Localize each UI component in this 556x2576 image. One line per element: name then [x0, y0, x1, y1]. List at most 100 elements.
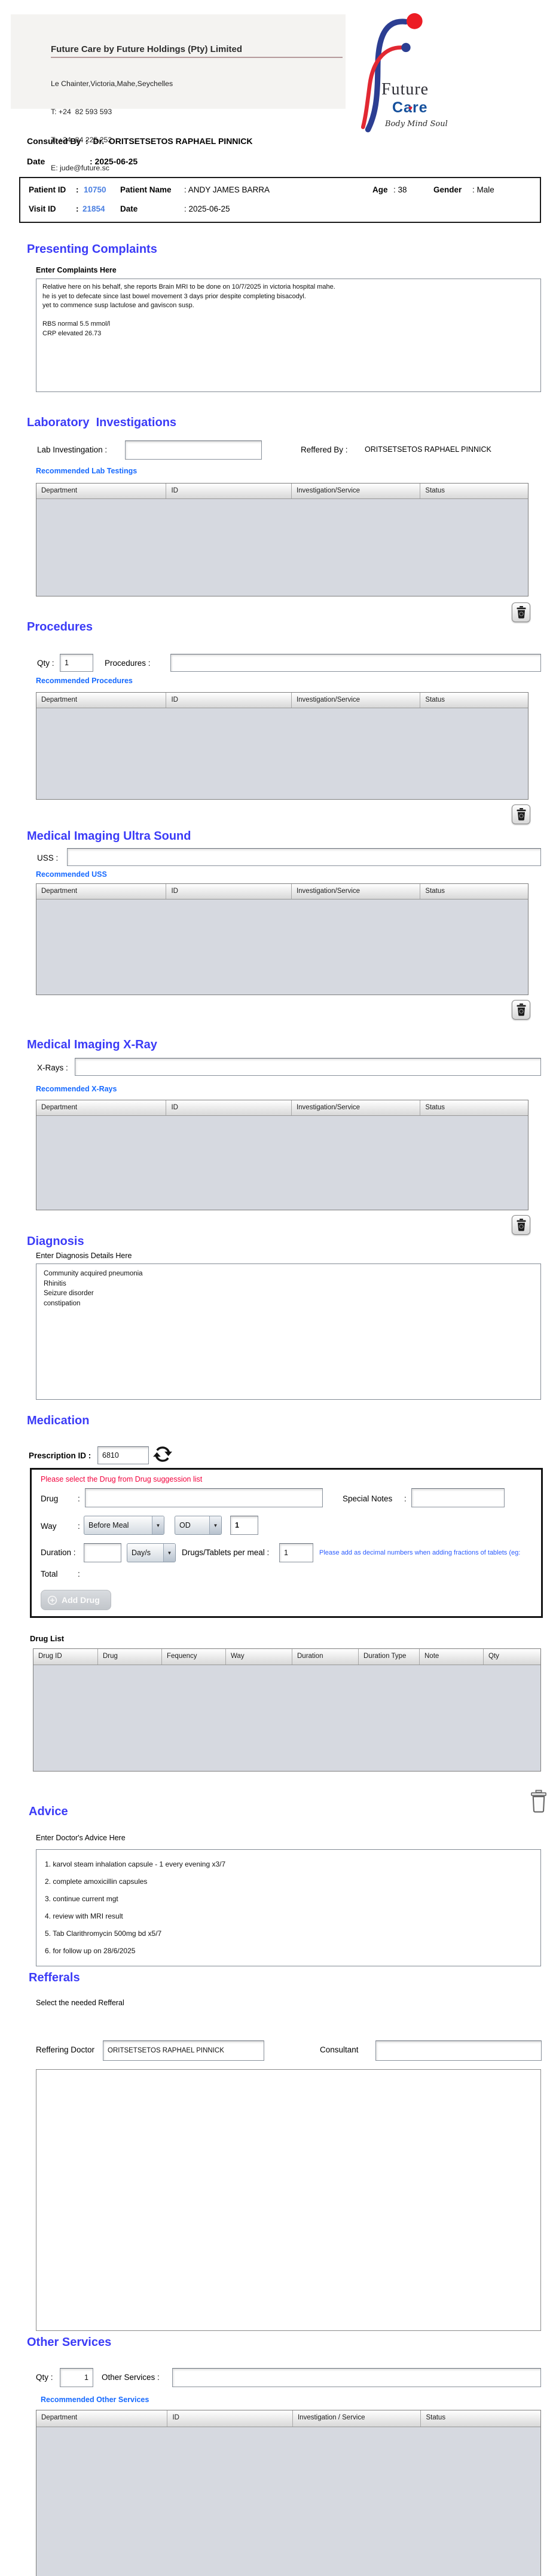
section-heading-advice: Advice [29, 1805, 68, 1818]
uss-input[interactable] [67, 848, 541, 866]
table-body [36, 499, 528, 597]
column-header-status[interactable]: Status [421, 2410, 540, 2427]
logo-word-future: Future [381, 80, 429, 99]
column-header-duration-type[interactable]: Duration Type [359, 1649, 420, 1665]
column-header-frequency[interactable]: Fequency [162, 1649, 226, 1665]
column-header-id[interactable]: ID [166, 693, 292, 708]
uss-delete-button[interactable] [512, 1000, 530, 1020]
consulted-by-line: Consulted By : Dr. ORITSETSETOS RAPHAEL … [27, 136, 253, 146]
table-header-row: Drug ID Drug Fequency Way Duration Durat… [33, 1649, 540, 1665]
xray-delete-button[interactable] [512, 1215, 530, 1235]
trash-icon [517, 1004, 526, 1016]
plus-circle-icon [47, 1595, 57, 1605]
advice-delete-button[interactable] [530, 1789, 548, 1813]
column-header-status[interactable]: Status [420, 1100, 528, 1115]
duration-label: Duration : [41, 1548, 76, 1557]
procedures-table: Department ID Investigation/Service Stat… [36, 692, 528, 800]
column-header-id[interactable]: ID [166, 484, 292, 498]
column-header-service[interactable]: Investigation/Service [291, 693, 421, 708]
visit-date-label: Date [120, 204, 138, 213]
column-header-department[interactable]: Department [36, 2410, 168, 2427]
per-meal-input[interactable] [279, 1543, 313, 1562]
table-header-row: Department ID Investigation/Service Stat… [36, 693, 528, 708]
column-header-department[interactable]: Department [36, 884, 167, 899]
visit-id-label: Visit ID [29, 204, 56, 213]
reffering-doctor-input[interactable] [103, 2040, 264, 2061]
column-header-duration[interactable]: Duration [292, 1649, 359, 1665]
column-header-id[interactable]: ID [166, 884, 292, 899]
meal-timing-select[interactable]: Before Meal ▼ [84, 1516, 164, 1535]
frequency-select[interactable]: OD ▼ [175, 1516, 222, 1535]
age-value: : 38 [393, 185, 407, 194]
clinic-logo: Future Care ♥ Body Mind Soul [358, 10, 475, 133]
column-header-status[interactable]: Status [420, 884, 528, 899]
logo-word-care: Care ♥ [392, 99, 428, 116]
patient-id-label: Patient ID [29, 185, 66, 194]
duration-input[interactable] [84, 1543, 121, 1562]
drug-input[interactable] [85, 1488, 323, 1507]
logo-tagline: Body Mind Soul [385, 120, 448, 129]
column-header-status[interactable]: Status [420, 693, 528, 708]
xray-table: Department ID Investigation/Service Stat… [36, 1100, 528, 1210]
table-body [36, 2427, 540, 2576]
column-header-drug[interactable]: Drug [98, 1649, 162, 1665]
column-header-id[interactable]: ID [167, 2410, 293, 2427]
section-heading-other-services: Other Services [27, 2336, 112, 2349]
section-heading-procedures: Procedures [27, 620, 93, 634]
diagnosis-enter-label: Enter Diagnosis Details Here [36, 1252, 132, 1260]
table-body [33, 1665, 540, 1772]
column-header-drug-id[interactable]: Drug ID [33, 1649, 98, 1665]
column-header-service[interactable]: Investigation/Service [291, 884, 421, 899]
column-header-department[interactable]: Department [36, 1100, 167, 1115]
trash-icon [531, 1789, 546, 1813]
column-header-service[interactable]: Investigation / Service [292, 2410, 421, 2427]
other-qty-input[interactable] [60, 2368, 93, 2387]
way-label: Way [41, 1522, 57, 1531]
procedures-delete-button[interactable] [512, 804, 530, 824]
lab-investigation-input[interactable] [125, 440, 262, 460]
consultant-input[interactable] [375, 2040, 542, 2061]
procedures-input[interactable] [170, 654, 541, 672]
column-header-department[interactable]: Department [36, 693, 167, 708]
advice-textarea[interactable]: 1. karvol steam inhalation capsule - 1 e… [36, 1849, 541, 1966]
other-services-input[interactable] [172, 2368, 541, 2387]
section-heading-medication: Medication [27, 1414, 90, 1427]
section-heading-diagnosis: Diagnosis [27, 1235, 84, 1248]
patient-name-label: Patient Name [120, 185, 172, 194]
refresh-button[interactable] [152, 1444, 173, 1464]
table-header-row: Department ID Investigation/Service Stat… [36, 1100, 528, 1116]
complaints-textarea[interactable]: Relative here on his behalf, she reports… [36, 279, 541, 392]
prescription-id-input[interactable] [97, 1446, 149, 1464]
recommended-xrays-label: Recommended X-Rays [36, 1085, 117, 1093]
xray-field-label: X-Rays : [37, 1063, 68, 1072]
add-drug-button[interactable]: Add Drug [41, 1590, 111, 1610]
xray-input[interactable] [75, 1058, 541, 1076]
drug-suggestion-hint: Please select the Drug from Drug suggess… [41, 1475, 203, 1483]
refferal-list-box [36, 2069, 541, 2331]
column-header-status[interactable]: Status [420, 484, 528, 498]
prescription-id-label: Prescription ID : [29, 1451, 91, 1460]
column-header-qty[interactable]: Qty [484, 1649, 540, 1665]
trash-icon [517, 1219, 526, 1231]
table-body [36, 1116, 528, 1211]
lab-results-table: Department ID Investigation/Service Stat… [36, 483, 528, 596]
diagnosis-textarea[interactable]: Community acquired pneumonia Rhinitis Se… [36, 1263, 541, 1400]
column-header-service[interactable]: Investigation/Service [291, 1100, 421, 1115]
table-header-row: Department ID Investigation/Service Stat… [36, 484, 528, 499]
visit-date-value: : 2025-06-25 [184, 204, 230, 213]
patient-info-box [19, 177, 541, 223]
referred-by-label: Reffered By : [301, 445, 348, 454]
column-header-note[interactable]: Note [420, 1649, 484, 1665]
lab-delete-button[interactable] [512, 602, 530, 622]
procedures-qty-input[interactable] [60, 654, 93, 672]
table-header-row: Department ID Investigation/Service Stat… [36, 884, 528, 900]
column-header-way[interactable]: Way [226, 1649, 292, 1665]
reffering-doctor-label: Reffering Doctor [36, 2045, 95, 2054]
way-qty-input[interactable] [230, 1516, 258, 1535]
special-notes-input[interactable] [411, 1488, 505, 1507]
table-header-row: Department ID Investigation / Service St… [36, 2410, 540, 2427]
column-header-id[interactable]: ID [166, 1100, 292, 1115]
column-header-service[interactable]: Investigation/Service [291, 484, 421, 498]
column-header-department[interactable]: Department [36, 484, 167, 498]
duration-type-select[interactable]: Day/s ▼ [127, 1543, 176, 1562]
